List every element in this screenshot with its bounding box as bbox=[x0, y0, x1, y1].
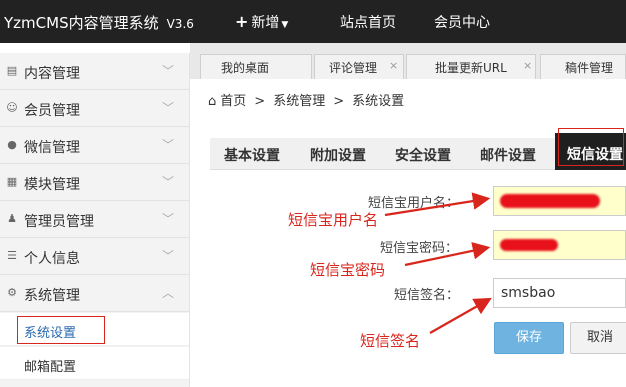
arrow-to-user bbox=[384, 192, 491, 217]
cancel-button[interactable]: 取消 bbox=[570, 322, 626, 354]
arrow-to-sign bbox=[429, 297, 492, 334]
save-button[interactable]: 保存 bbox=[494, 322, 564, 354]
arrow-to-password bbox=[404, 242, 491, 267]
